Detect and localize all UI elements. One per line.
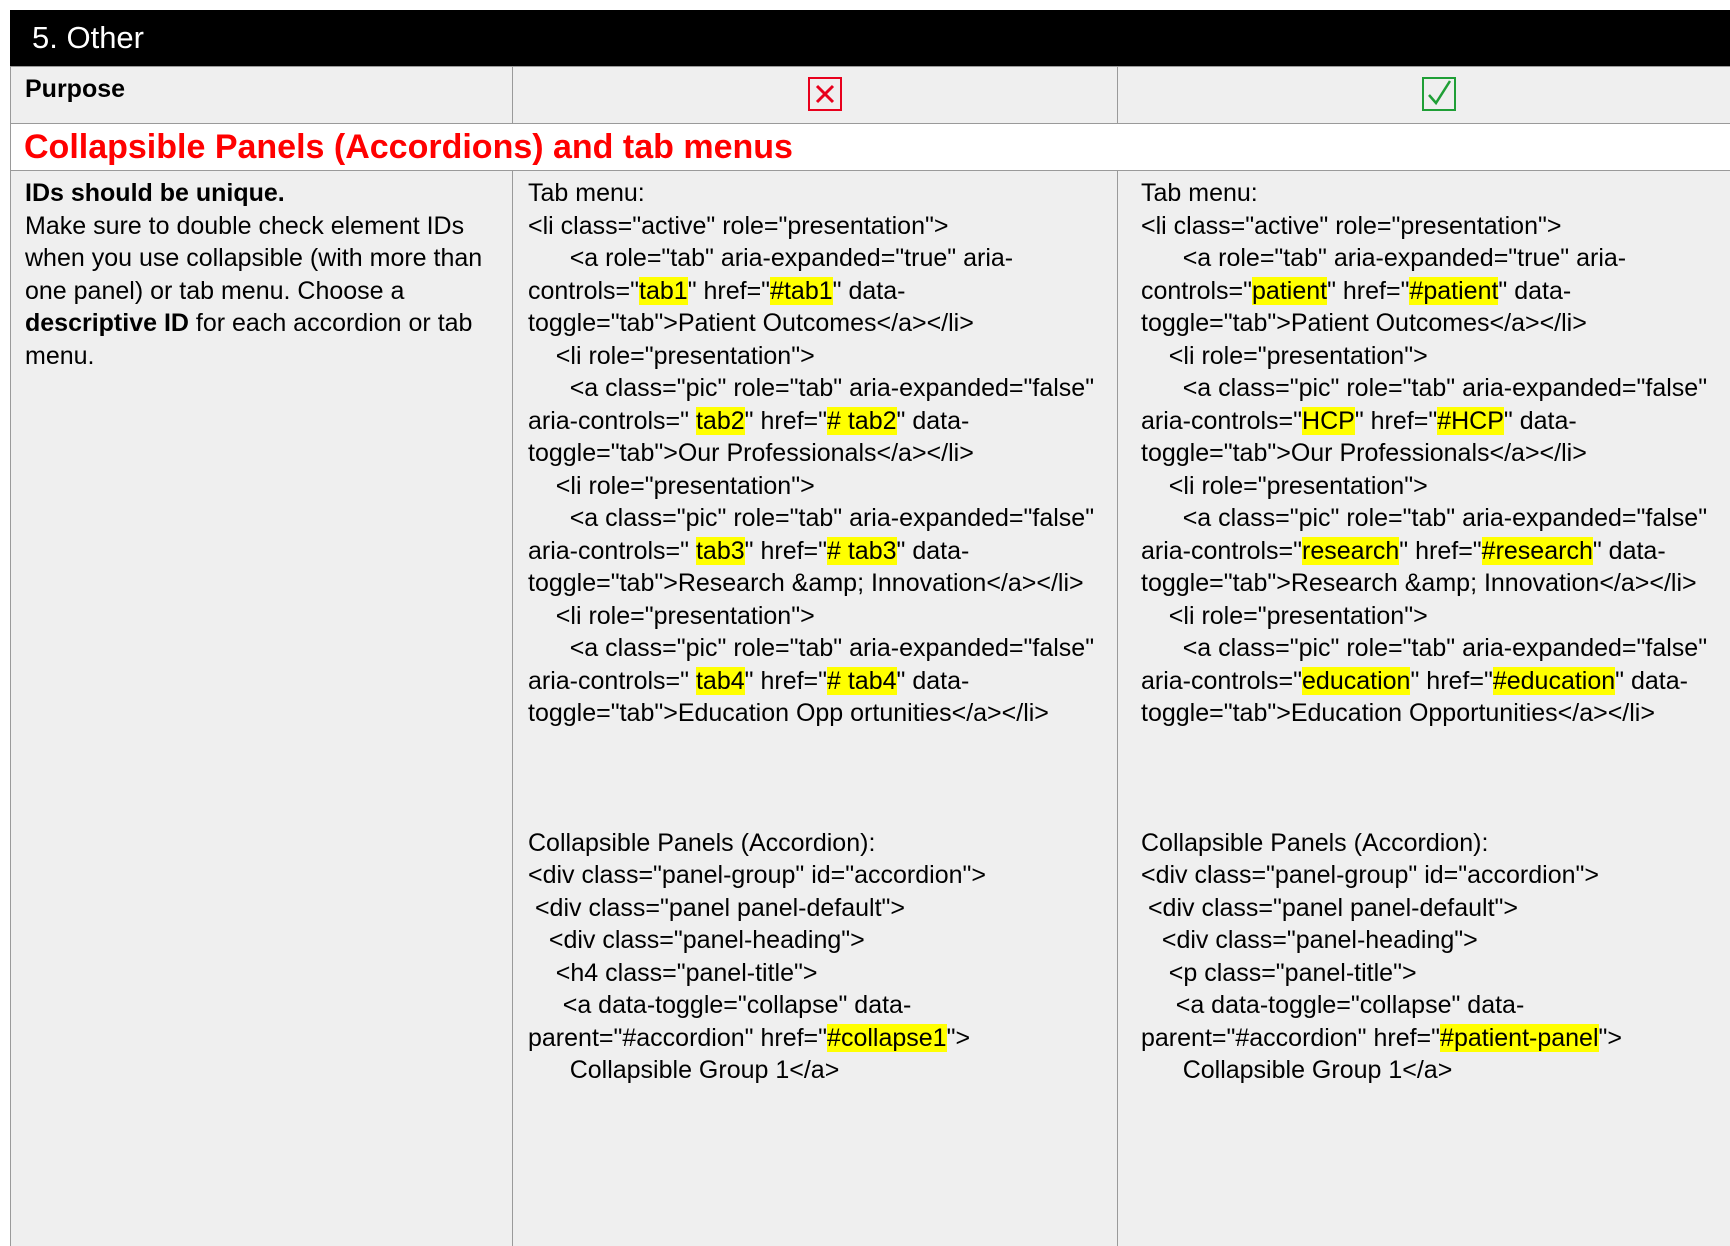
highlighted-id: #patient-panel — [1440, 1023, 1599, 1052]
code-line: <div class="panel-group" id="accordion"> — [1141, 861, 1599, 889]
highlighted-id: # tab3 — [827, 536, 897, 565]
code-line: Collapsible Group 1</a> — [1141, 1056, 1453, 1084]
good-tab-menu-label: Tab menu: — [1141, 179, 1258, 207]
code-line: <a role="tab" aria-expanded="true" aria-… — [1141, 244, 1627, 337]
purpose-row: Purpose — [10, 66, 1730, 124]
page-top-margin — [0, 0, 1730, 10]
code-line: <a role="tab" aria-expanded="true" aria-… — [528, 244, 1014, 337]
bad-tab-menu-label: Tab menu: — [528, 179, 645, 207]
good-column-header — [1118, 67, 1730, 123]
bad-accordion-code: <div class="panel-group" id="accordion">… — [528, 859, 1111, 1087]
guidance-text-before: Make sure to double check element IDs wh… — [25, 211, 483, 305]
highlighted-id: education — [1302, 666, 1411, 695]
highlighted-id: tab2 — [695, 406, 745, 435]
good-accordion-code: <div class="panel-group" id="accordion">… — [1141, 859, 1724, 1087]
good-example-cell: Tab menu: <li class="active" role="prese… — [1118, 171, 1730, 1246]
good-accordion-label: Collapsible Panels (Accordion): — [1141, 828, 1489, 857]
bad-accordion-label: Collapsible Panels (Accordion): — [528, 828, 876, 857]
bad-tab-menu-code: <li class="active" role="presentation"> … — [528, 210, 1111, 730]
purpose-label: Purpose — [10, 67, 513, 123]
highlighted-id: tab4 — [695, 666, 745, 695]
code-line: <a class="pic" role="tab" aria-expanded=… — [528, 634, 1102, 727]
topic-heading: Collapsible Panels (Accordions) and tab … — [24, 128, 793, 166]
content-row: IDs should be unique. Make sure to doubl… — [10, 171, 1730, 1246]
highlighted-id: #collapse1 — [827, 1023, 947, 1052]
code-line: <li class="active" role="presentation"> — [528, 211, 949, 240]
guidance-text: Make sure to double check element IDs wh… — [25, 210, 504, 373]
code-line: <div class="panel panel-default"> — [528, 893, 906, 922]
bad-example-cell: Tab menu: <li class="active" role="prese… — [513, 171, 1118, 1246]
code-line: <a class="pic" role="tab" aria-expanded=… — [528, 374, 1102, 467]
highlighted-id: #patient — [1409, 276, 1499, 305]
code-line: <li role="presentation"> — [1141, 471, 1428, 500]
highlighted-id: tab3 — [695, 536, 745, 565]
guidance-text-bold: descriptive ID — [25, 309, 189, 337]
code-line: <li role="presentation"> — [1141, 601, 1428, 630]
green-check-box-icon — [1422, 77, 1456, 111]
highlighted-id: #research — [1481, 536, 1593, 565]
code-line: <div class="panel-heading"> — [528, 926, 865, 954]
bad-column-header — [513, 67, 1118, 123]
code-line: <a data-toggle="collapse" data-parent="#… — [1141, 991, 1622, 1052]
section-title: 5. Other — [10, 10, 1730, 66]
code-line: <a class="pic" role="tab" aria-expanded=… — [1141, 504, 1715, 597]
guidance-cell: IDs should be unique. Make sure to doubl… — [10, 171, 513, 1246]
good-tab-menu-code: <li class="active" role="presentation"> … — [1141, 210, 1724, 730]
code-line: <div class="panel-group" id="accordion"> — [528, 861, 986, 889]
code-line: <a class="pic" role="tab" aria-expanded=… — [528, 504, 1102, 597]
highlighted-id: research — [1302, 536, 1400, 565]
highlighted-id: HCP — [1302, 406, 1355, 435]
highlighted-id: #education — [1492, 666, 1616, 695]
code-line: <li role="presentation"> — [528, 601, 815, 630]
highlighted-id: patient — [1252, 276, 1328, 305]
red-x-box-icon — [808, 77, 842, 111]
code-line: <a data-toggle="collapse" data-parent="#… — [528, 991, 971, 1052]
code-line: <p class="panel-title"> — [1141, 958, 1417, 987]
highlighted-id: # tab2 — [827, 406, 897, 435]
code-line: <a class="pic" role="tab" aria-expanded=… — [1141, 634, 1715, 727]
code-line: <h4 class="panel-title"> — [528, 958, 818, 987]
code-line: Collapsible Group 1</a> — [528, 1056, 840, 1084]
highlighted-id: # tab4 — [827, 666, 897, 695]
code-line: <li role="presentation"> — [528, 341, 815, 370]
guidance-title: IDs should be unique. — [25, 179, 285, 207]
topic-heading-row: Collapsible Panels (Accordions) and tab … — [10, 124, 1730, 171]
code-line: <a class="pic" role="tab" aria-expanded=… — [1141, 374, 1715, 467]
highlighted-id: #tab1 — [770, 276, 833, 305]
code-line: <li role="presentation"> — [1141, 341, 1428, 370]
code-line: <li class="active" role="presentation"> — [1141, 211, 1562, 240]
highlighted-id: #HCP — [1437, 406, 1504, 435]
code-line: <div class="panel-heading"> — [1141, 926, 1478, 954]
code-line: <div class="panel panel-default"> — [1141, 893, 1519, 922]
code-line: <li role="presentation"> — [528, 471, 815, 500]
highlighted-id: tab1 — [639, 276, 688, 305]
